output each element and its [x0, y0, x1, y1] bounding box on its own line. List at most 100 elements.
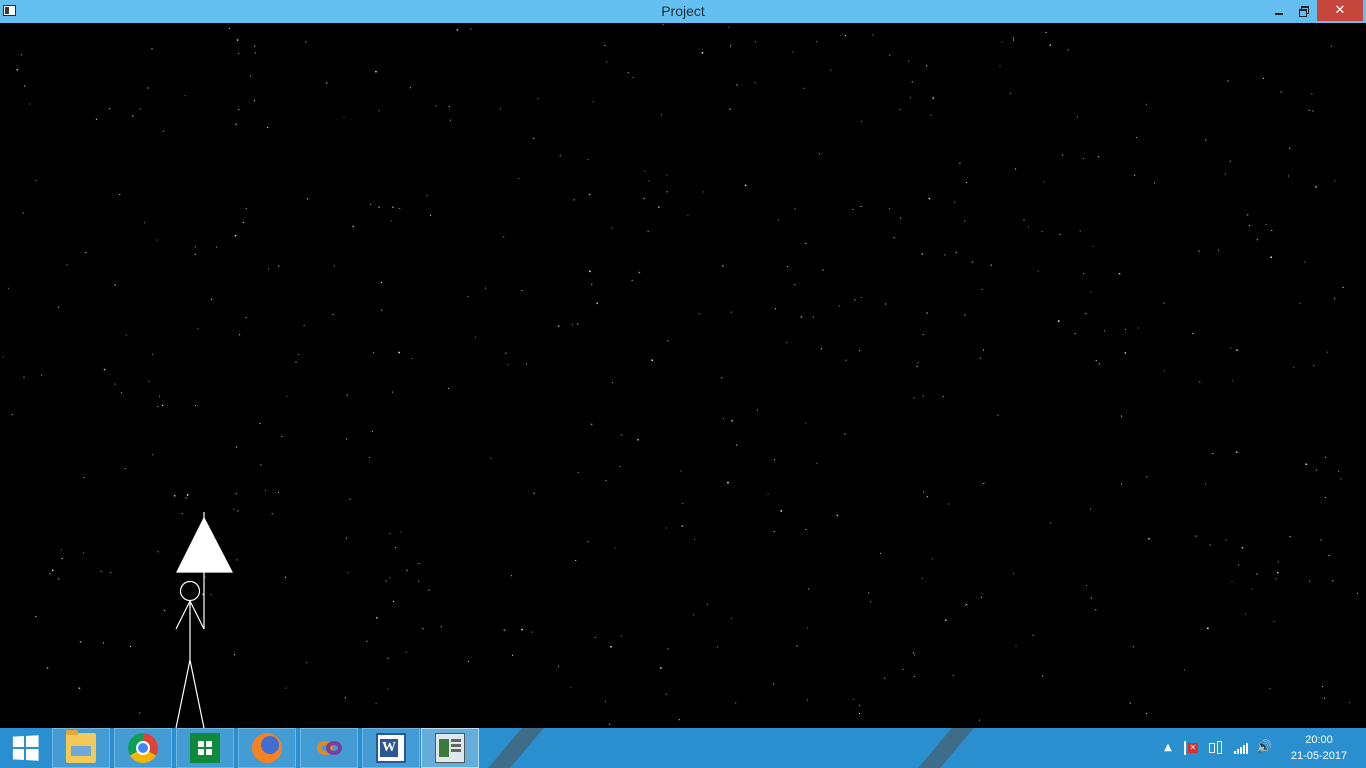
star-dot	[1241, 546, 1244, 549]
taskbar-google-chrome[interactable]	[114, 728, 172, 768]
show-hidden-icons-button[interactable]: ▲	[1160, 740, 1176, 756]
star-dot	[1043, 181, 1045, 183]
star-dot	[917, 362, 919, 364]
star-dot	[325, 82, 328, 84]
star-dot	[1236, 349, 1238, 351]
star-dot	[754, 41, 756, 43]
star-dot	[1012, 37, 1014, 39]
clock-time: 20:00	[1305, 734, 1333, 746]
minimize-icon	[1274, 12, 1283, 15]
star-dot	[1001, 41, 1003, 43]
star-dot	[868, 592, 870, 594]
star-dot	[389, 532, 391, 534]
star-dot	[611, 227, 613, 229]
star-dot	[859, 704, 861, 706]
figure-left-arm	[175, 600, 191, 630]
star-dot	[786, 341, 788, 343]
taskbar-firefox[interactable]	[238, 728, 296, 768]
star-dot	[533, 138, 535, 140]
action-center-flag-icon[interactable]	[1182, 740, 1198, 756]
star-dot	[399, 208, 401, 209]
star-dot	[259, 423, 261, 424]
star-dot	[60, 549, 62, 551]
star-dot	[900, 217, 902, 219]
star-dot	[923, 491, 925, 493]
star-dot	[1256, 573, 1258, 575]
star-dot	[1135, 137, 1137, 138]
star-dot	[980, 596, 982, 598]
star-dot	[838, 305, 840, 307]
star-dot	[1270, 256, 1272, 258]
star-dot	[250, 75, 252, 77]
star-dot	[730, 45, 732, 47]
star-dot	[913, 397, 915, 399]
star-dot	[533, 492, 535, 494]
star-dot	[845, 35, 846, 37]
close-button[interactable]: ✕	[1317, 0, 1363, 21]
restore-button[interactable]	[1291, 0, 1317, 21]
title-bar[interactable]: Project ✕	[0, 0, 1366, 23]
star-dot	[880, 552, 881, 554]
star-dot	[194, 253, 196, 255]
start-button[interactable]	[0, 728, 50, 768]
star-dot	[692, 614, 694, 616]
starfield-scene	[2, 24, 1358, 728]
star-dot	[577, 471, 579, 473]
star-dot	[352, 225, 355, 228]
star-dot	[1095, 609, 1097, 611]
star-dot	[872, 34, 874, 36]
star-dot	[757, 409, 758, 411]
star-dot	[375, 70, 377, 73]
star-dot	[952, 675, 954, 677]
star-dot	[349, 498, 351, 500]
star-dot	[1309, 580, 1311, 582]
star-dot	[773, 531, 775, 533]
star-dot	[521, 628, 523, 631]
star-dot	[1324, 497, 1326, 498]
star-dot	[1015, 645, 1017, 647]
taskbar-decoration	[909, 728, 983, 768]
network-signal-icon[interactable]	[1232, 740, 1248, 756]
star-dot	[58, 306, 60, 308]
chrome-icon	[128, 733, 158, 763]
star-dot	[610, 646, 612, 648]
star-dot	[298, 354, 300, 356]
star-dot	[631, 279, 633, 281]
star-dot	[346, 394, 348, 396]
star-dot	[236, 446, 238, 448]
taskbar-microsoft-word[interactable]: W	[362, 728, 420, 768]
star-dot	[345, 537, 347, 539]
star-dot	[271, 513, 273, 515]
taskbar-file-explorer[interactable]	[52, 728, 110, 768]
star-dot	[306, 661, 308, 663]
taskbar-visual-studio[interactable]	[300, 728, 358, 768]
taskbar-windows-store[interactable]	[176, 728, 234, 768]
star-dot	[999, 65, 1001, 67]
star-dot	[393, 601, 394, 603]
star-dot	[1225, 539, 1227, 541]
word-icon: W	[376, 733, 406, 763]
star-dot	[144, 222, 145, 224]
battery-power-icon[interactable]	[1207, 740, 1223, 756]
star-dot	[667, 340, 669, 342]
star-dot	[1315, 186, 1317, 188]
star-dot	[1328, 555, 1330, 557]
star-dot	[889, 54, 891, 56]
star-dot	[410, 87, 411, 89]
star-dot	[366, 640, 368, 642]
star-dot	[926, 496, 928, 498]
star-dot	[467, 295, 469, 297]
volume-icon[interactable]: 🔊	[1256, 740, 1272, 756]
star-dot	[944, 254, 946, 256]
star-dot	[385, 580, 387, 582]
star-dot	[428, 589, 430, 591]
taskbar-project-app[interactable]	[421, 728, 479, 768]
star-dot	[893, 237, 895, 239]
star-dot	[971, 261, 974, 263]
minimize-button[interactable]	[1266, 0, 1291, 21]
star-dot	[474, 336, 476, 338]
star-dot	[389, 577, 391, 579]
star-dot	[162, 404, 164, 406]
star-dot	[467, 660, 469, 662]
clock[interactable]: 20:00 21-05-2017	[1284, 732, 1354, 764]
